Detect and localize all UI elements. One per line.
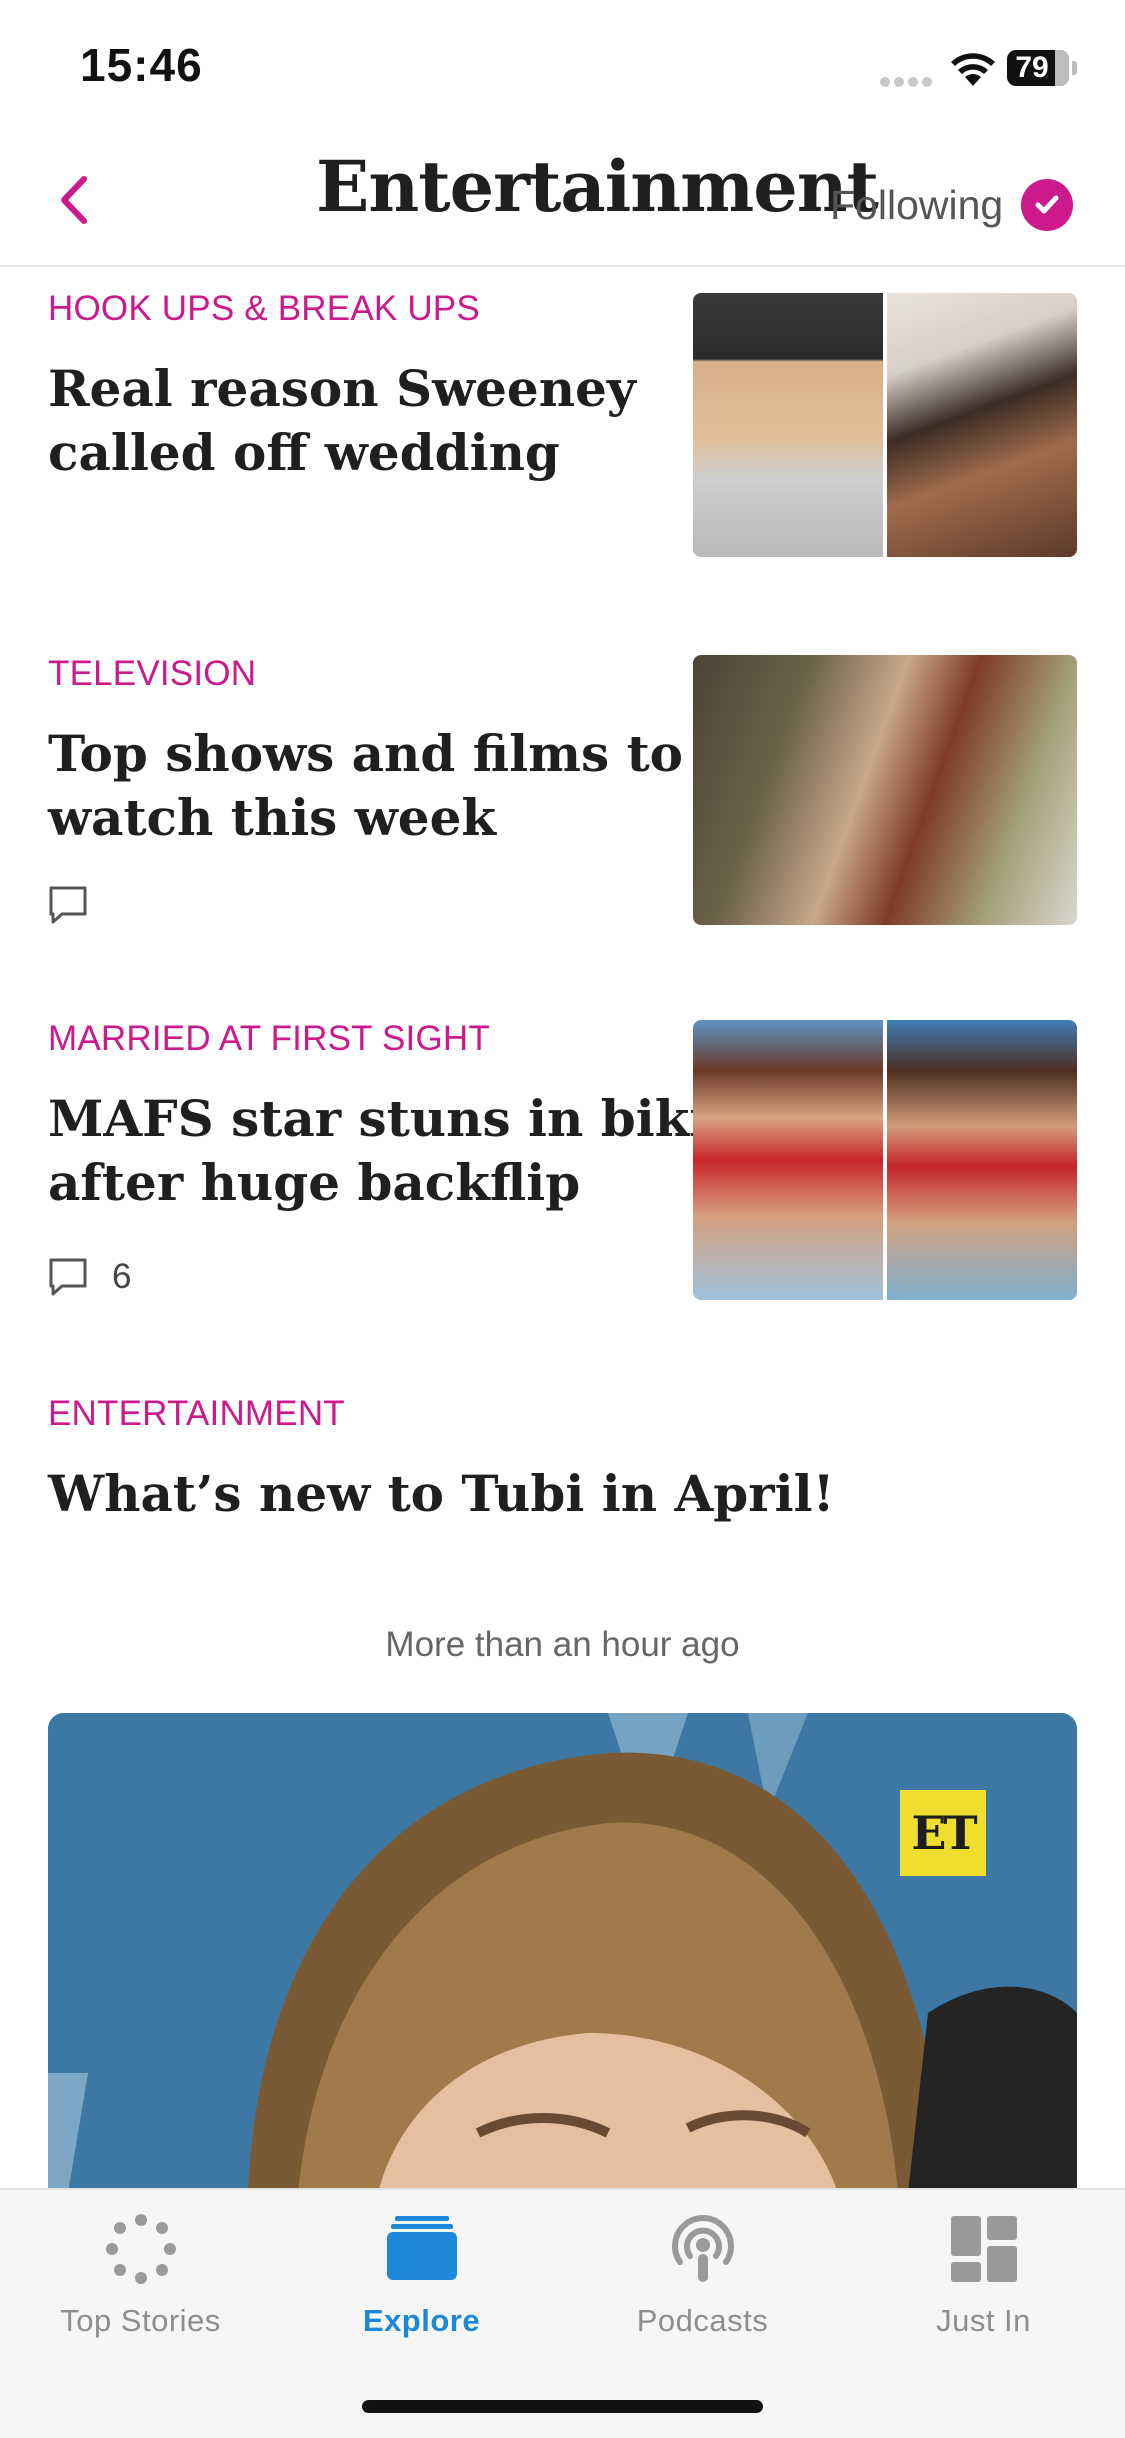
- tab-just-in[interactable]: Just In: [843, 2190, 1124, 2350]
- thumbnail-photo: [693, 655, 1077, 925]
- article-thumbnail[interactable]: [693, 655, 1077, 925]
- headline-line: MAFS star stuns in bikini: [48, 1089, 764, 1148]
- article-category: ENTERTAINMENT: [48, 1394, 345, 1433]
- et-logo-badge: ET: [900, 1790, 986, 1876]
- thumbnail-photo-right: [887, 293, 1077, 557]
- article-category: TELEVISION: [48, 654, 257, 693]
- article-thumbnail[interactable]: [693, 1020, 1077, 1300]
- hero-photo: [48, 1713, 1077, 2193]
- article-thumbnail[interactable]: [693, 293, 1077, 557]
- headline-line: watch this week: [48, 788, 497, 847]
- status-time: 15:46: [80, 39, 203, 91]
- thumbnail-photo-left: [693, 293, 883, 557]
- tab-label: Just In: [936, 2303, 1031, 2338]
- page-title: Entertainment: [316, 145, 879, 228]
- comment-count: 6: [112, 1257, 132, 1296]
- status-bar: 15:46 79: [0, 0, 1125, 135]
- nav-header: Entertainment Following: [0, 135, 1125, 267]
- headline-line: called off wedding: [48, 423, 560, 482]
- article-card[interactable]: HOOK UPS & BREAK UPS Real reason Sweeney…: [48, 285, 1077, 565]
- following-label: Following: [830, 181, 1004, 228]
- headline-line: What’s new to Tubi in April!: [48, 1464, 835, 1523]
- headline-line: Real reason Sweeney: [48, 359, 636, 418]
- headline-line: Top shows and films to: [48, 724, 684, 783]
- time-divider: More than an hour ago: [385, 1625, 740, 1664]
- article-headline[interactable]: What’s new to Tubi in April!: [48, 1462, 835, 1526]
- tab-explore[interactable]: Explore: [281, 2190, 562, 2350]
- wifi-icon: [951, 53, 995, 86]
- thumbnail-photo-left: [693, 1020, 883, 1300]
- article-card[interactable]: ENTERTAINMENT What’s new to Tubi in Apri…: [48, 1390, 1077, 1530]
- comment-indicator[interactable]: [48, 885, 88, 925]
- article-headline[interactable]: MAFS star stuns in bikini after huge bac…: [48, 1087, 764, 1215]
- back-chevron-icon[interactable]: [50, 165, 96, 235]
- hero-video-thumbnail[interactable]: ET: [48, 1713, 1077, 2193]
- comment-icon: [49, 886, 87, 924]
- tab-label: Top Stories: [60, 2303, 221, 2338]
- tab-label: Podcasts: [636, 2303, 769, 2338]
- following-toggle[interactable]: Following: [830, 175, 1074, 235]
- article-category: MARRIED AT FIRST SIGHT: [48, 1019, 490, 1058]
- home-indicator: [362, 2400, 763, 2413]
- thumbnail-photo-right: [887, 1020, 1077, 1300]
- comment-icon: [49, 1258, 87, 1296]
- article-card[interactable]: MARRIED AT FIRST SIGHT MAFS star stuns i…: [48, 1015, 1077, 1305]
- podcast-icon: [672, 2215, 734, 2282]
- battery-level: 79: [1015, 51, 1049, 84]
- grid-icon: [951, 2216, 1017, 2282]
- battery-icon: 79: [1007, 50, 1077, 86]
- article-headline[interactable]: Top shows and films to watch this week: [48, 722, 683, 850]
- article-headline[interactable]: Real reason Sweeney called off wedding: [48, 357, 636, 485]
- spinner-dots-icon: [106, 2214, 176, 2284]
- stack-icon: [387, 2216, 457, 2280]
- tab-podcasts[interactable]: Podcasts: [562, 2190, 843, 2350]
- tab-label: Explore: [362, 2303, 481, 2338]
- article-category: HOOK UPS & BREAK UPS: [48, 289, 480, 328]
- tab-top-stories[interactable]: Top Stories: [0, 2190, 281, 2350]
- headline-line: after huge backflip: [48, 1153, 581, 1212]
- cellular-signal-icon: [880, 74, 936, 87]
- comment-indicator[interactable]: 6: [48, 1257, 131, 1297]
- article-card[interactable]: TELEVISION Top shows and films to watch …: [48, 650, 1077, 930]
- check-circle-icon: [1021, 179, 1074, 231]
